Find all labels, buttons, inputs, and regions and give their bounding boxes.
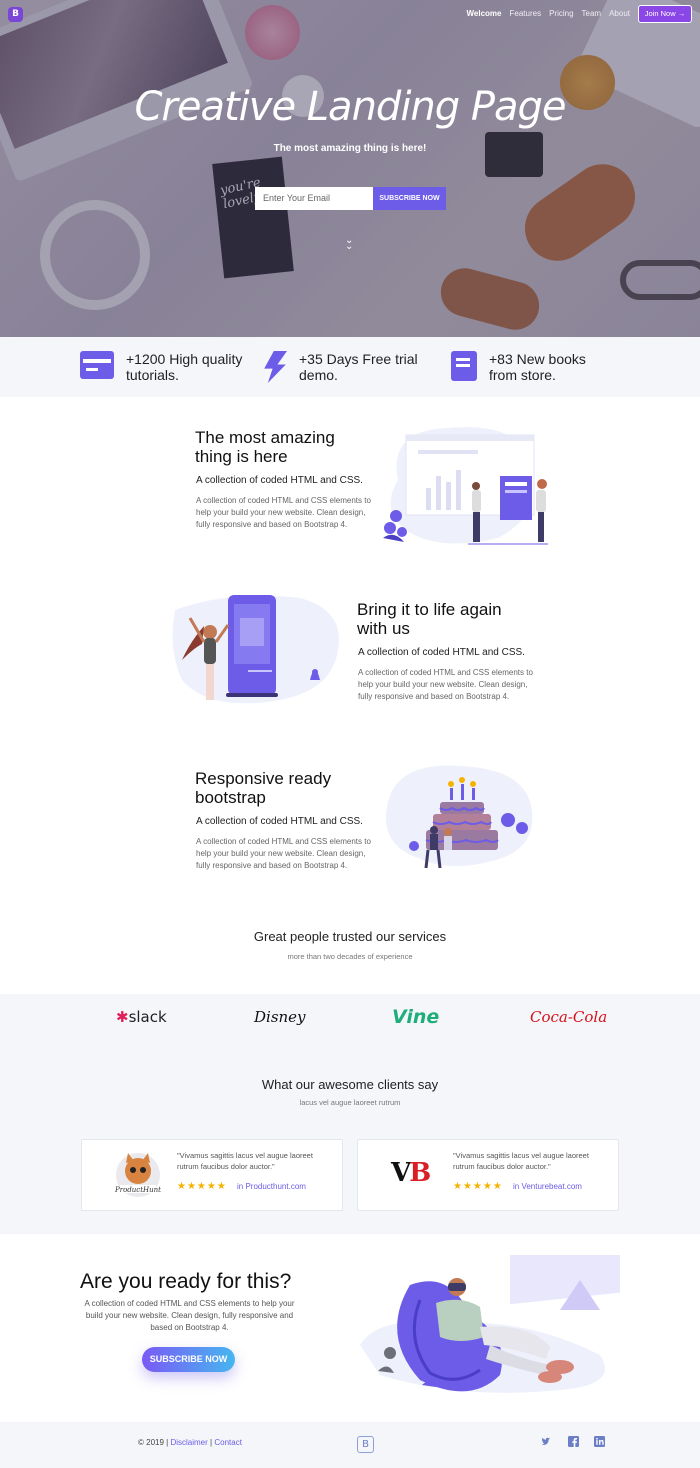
footer-separator: | <box>210 1438 213 1447</box>
linkedin-icon[interactable] <box>594 1436 605 1447</box>
book-icon <box>451 351 477 381</box>
nav-item-welcome[interactable]: Welcome <box>467 9 502 18</box>
phone-illustration <box>172 595 339 704</box>
block-title: Bring it to life again with us <box>357 600 502 638</box>
cta-body: A collection of coded HTML and CSS eleme… <box>84 1299 295 1332</box>
block-subtitle: A collection of coded HTML and CSS. <box>196 475 363 486</box>
hero-overlay <box>0 0 700 337</box>
block-title: The most amazing thing is here <box>195 428 335 466</box>
disclaimer-link[interactable]: Disclaimer <box>170 1438 207 1447</box>
vr-beanbag-illustration <box>360 1255 620 1393</box>
feature-text: +83 New books from store. <box>489 351 586 383</box>
features-strip: +1200 High quality tutorials. +35 Days F… <box>0 337 700 397</box>
feature-text: +1200 High quality tutorials. <box>126 351 243 383</box>
lightning-icon <box>264 351 287 383</box>
trusted-subtitle: more than two decades of experience <box>287 952 413 961</box>
credit-card-icon <box>80 351 114 379</box>
contact-link[interactable]: Contact <box>214 1438 242 1447</box>
testimonial-source-link[interactable]: in Producthunt.com <box>237 1182 306 1191</box>
dashboard-illustration <box>383 427 548 545</box>
testimonial-card: VB "Vivamus sagittis lacus vel augue lao… <box>357 1139 619 1211</box>
testimonials-title: What our awesome clients say <box>261 1077 439 1092</box>
slack-logo: ✱slack <box>116 1008 167 1026</box>
email-input[interactable]: Enter Your Email <box>255 187 373 210</box>
feature-trial: +35 Days Free trial demo. <box>263 351 419 383</box>
footer-brand-logo[interactable]: B <box>357 1436 374 1453</box>
star-rating: ★★★★★ <box>453 1181 503 1192</box>
venturebeat-logo: VB <box>391 1158 431 1188</box>
feature-books: +83 New books from store. <box>451 351 609 383</box>
copyright-text: © 2019 | <box>138 1438 169 1447</box>
feature-text: +35 Days Free trial demo. <box>299 351 418 383</box>
nav-item-about[interactable]: About <box>609 9 630 18</box>
cta-title: Are you ready for this? <box>80 1270 292 1293</box>
brand-logo[interactable]: B <box>8 7 23 22</box>
producthunt-kitty-logo: ProductHunt <box>114 1153 161 1197</box>
testimonial-card: ProductHunt "Vivamus sagittis lacus vel … <box>81 1139 343 1211</box>
scroll-down-icon[interactable]: ⌄ ⌄ <box>345 236 353 252</box>
nav-item-features[interactable]: Features <box>510 9 542 18</box>
cta-subscribe-button[interactable]: SUBSCRIBE NOW <box>142 1347 235 1372</box>
facebook-icon[interactable] <box>568 1436 579 1447</box>
block-subtitle: A collection of coded HTML and CSS. <box>196 816 363 827</box>
testimonial-source-link[interactable]: in Venturebeat.com <box>513 1182 582 1191</box>
footer: © 2019 | Disclaimer | Contact B <box>0 1422 700 1468</box>
twitter-icon[interactable] <box>540 1436 551 1447</box>
nav-item-pricing[interactable]: Pricing <box>549 9 573 18</box>
block-title: Responsive ready bootstrap <box>195 769 332 807</box>
subscribe-button[interactable]: SUBSCRIBE NOW <box>373 187 446 210</box>
hero-subtitle: The most amazing thing is here! <box>273 143 427 154</box>
testimonial-quote: "Vivamus sagittis lacus vel augue laoree… <box>453 1151 589 1171</box>
testimonial-quote: "Vivamus sagittis lacus vel augue laoree… <box>177 1151 313 1171</box>
block-body: A collection of coded HTML and CSS eleme… <box>196 837 371 870</box>
coca-cola-logo: Coca-Cola <box>530 1008 608 1026</box>
star-rating: ★★★★★ <box>177 1181 227 1192</box>
trusted-title: Great people trusted our services <box>253 929 447 944</box>
block-subtitle: A collection of coded HTML and CSS. <box>358 647 525 658</box>
hero-section: you're lovely. B Welcome Features Pricin… <box>0 0 700 337</box>
disney-logo: Disney <box>254 1008 306 1026</box>
cake-illustration <box>386 765 533 869</box>
feature-tutorials: +1200 High quality tutorials. <box>80 351 246 383</box>
top-nav: Welcome Features Pricing Team About <box>467 9 630 18</box>
vine-logo: Vine <box>392 1006 440 1028</box>
block-body: A collection of coded HTML and CSS eleme… <box>196 496 371 529</box>
svg-text:ProductHunt: ProductHunt <box>114 1186 161 1194</box>
testimonials-subtitle: lacus vel augue laoreet rutrum <box>299 1098 401 1107</box>
block-body: A collection of coded HTML and CSS eleme… <box>358 668 533 701</box>
join-now-button[interactable]: Join Now → <box>638 5 692 23</box>
footer-copyright: © 2019 | Disclaimer | Contact <box>138 1438 242 1447</box>
hero-title: Creative Landing Page <box>134 84 566 130</box>
landing-page: you're lovely. B Welcome Features Pricin… <box>0 0 700 1468</box>
nav-item-team[interactable]: Team <box>582 9 602 18</box>
